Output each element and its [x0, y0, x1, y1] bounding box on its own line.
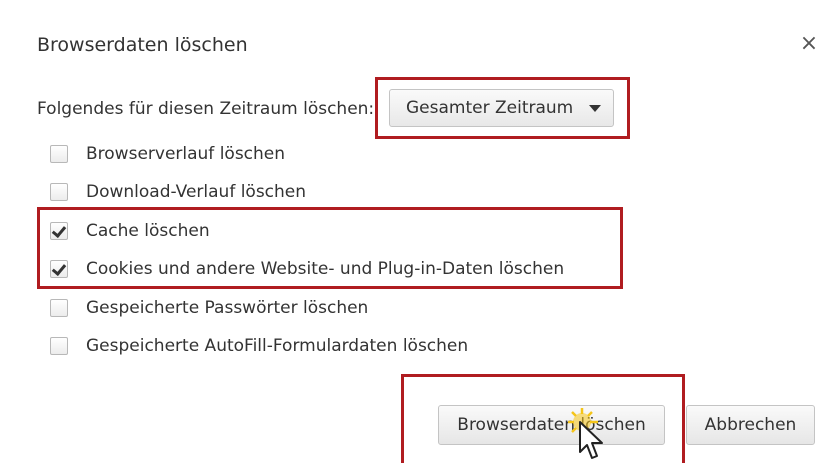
option-label: Gespeicherte Passwörter löschen	[86, 298, 369, 318]
close-icon[interactable]: ×	[798, 33, 820, 55]
checkbox[interactable]	[50, 183, 68, 201]
option-passwords[interactable]: Gespeicherte Passwörter löschen	[50, 296, 368, 320]
option-label: Download-Verlauf löschen	[86, 182, 307, 202]
time-range-value: Gesamter Zeitraum	[406, 98, 574, 118]
checkbox[interactable]	[50, 222, 68, 240]
clear-browsing-data-dialog: Browserdaten löschen × Folgendes für die…	[0, 0, 833, 463]
clear-browsing-data-button[interactable]: Browserdaten löschen	[438, 405, 665, 445]
checkbox[interactable]	[50, 145, 68, 163]
checkbox[interactable]	[50, 260, 68, 278]
cancel-button[interactable]: Abbrechen	[686, 405, 815, 445]
option-label: Browserverlauf löschen	[86, 144, 286, 164]
checkbox[interactable]	[50, 299, 68, 317]
checkbox[interactable]	[50, 337, 68, 355]
option-cookies[interactable]: Cookies und andere Website- und Plug-in-…	[50, 257, 564, 281]
pointer-cursor-icon	[568, 408, 603, 459]
time-range-select[interactable]: Gesamter Zeitraum	[389, 89, 614, 127]
option-label: Gespeicherte AutoFill-Formulardaten lösc…	[86, 336, 469, 356]
option-cache[interactable]: Cache löschen	[50, 219, 210, 243]
time-range-label: Folgendes für diesen Zeitraum löschen:	[37, 99, 375, 119]
option-label: Cookies und andere Website- und Plug-in-…	[86, 259, 565, 279]
dialog-title: Browserdaten löschen	[37, 34, 248, 56]
caret-down-icon	[589, 105, 601, 112]
option-autofill[interactable]: Gespeicherte AutoFill-Formulardaten lösc…	[50, 334, 468, 358]
option-browsing-history[interactable]: Browserverlauf löschen	[50, 142, 285, 166]
option-download-history[interactable]: Download-Verlauf löschen	[50, 180, 306, 204]
option-label: Cache löschen	[86, 221, 210, 241]
